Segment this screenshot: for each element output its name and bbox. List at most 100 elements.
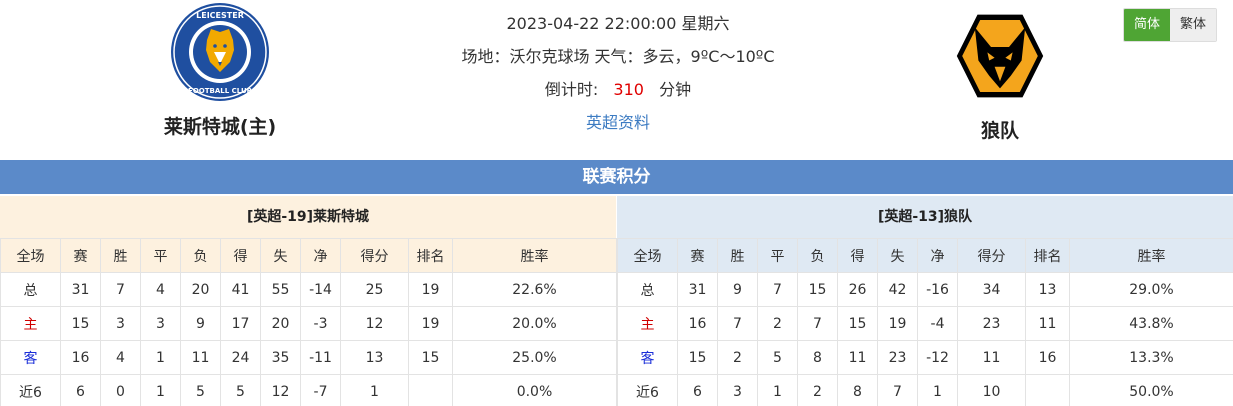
table-cell: 3 (140, 306, 181, 341)
row-label: 总 (0, 272, 61, 307)
table-cell: 26 (837, 272, 878, 307)
table-cell: 42 (877, 272, 918, 307)
row-label: 主 (0, 306, 61, 341)
table-cell: 17 (220, 306, 261, 341)
table-cell: 25.0% (452, 340, 617, 375)
column-header: 排名 (1025, 238, 1070, 273)
table-cell: 25 (340, 272, 409, 307)
table-cell: 9 (717, 272, 758, 307)
away-standings-table: 全场赛胜平负得失净得分 排名 胜率 总 31 9 7 15 26 42 -16 34 13 29.0% 主… (617, 238, 1233, 406)
column-header: 得 (837, 238, 878, 273)
table-cell: 7 (757, 272, 798, 307)
column-header: 得分 (340, 238, 409, 273)
match-datetime: 2023-04-22 22:00:00 星期六 (506, 14, 730, 33)
table-cell: 24 (220, 340, 261, 375)
table-cell: 9 (180, 306, 221, 341)
table-cell: 35 (260, 340, 301, 375)
table-cell: -4 (917, 306, 958, 341)
table-cell: 13.3% (1069, 340, 1233, 375)
table-cell: 2 (757, 306, 798, 341)
table-cell: 15 (60, 306, 101, 341)
table-cell: 16 (677, 306, 718, 341)
table-cell: 0 (100, 374, 141, 406)
table-cell: 0.0% (452, 374, 617, 406)
away-standings-title: [英超-13]狼队 (617, 196, 1233, 238)
table-cell: 20 (180, 272, 221, 307)
table-cell: 15 (837, 306, 878, 341)
column-header: 赛 (677, 238, 718, 273)
home-body: 总 31 7 4 20 41 55 -14 25 19 22.6% 主 15 3 3 9 17 20 -3 12 19 2… (0, 272, 617, 406)
table-cell: 15 (797, 272, 838, 307)
table-cell: 13 (340, 340, 409, 375)
league-info-link[interactable]: 英超资料 (586, 113, 650, 132)
table-row: 近6 6 3 1 2 8 7 1 10 50.0% (617, 374, 1233, 406)
table-cell: 6 (60, 374, 101, 406)
table-row: 主 16 7 2 7 15 19 -4 23 11 43.8% (617, 306, 1233, 341)
table-cell: 11 (837, 340, 878, 375)
column-header: 胜 (717, 238, 758, 273)
home-standings-title: [英超-19]莱斯特城 (0, 196, 616, 238)
column-header: 得 (220, 238, 261, 273)
away-team: 狼队 (920, 0, 1080, 143)
home-team-name: 莱斯特城(主) (163, 116, 277, 138)
table-row: 近6 6 0 1 5 5 12 -7 1 0.0% (0, 374, 617, 406)
table-cell: 4 (100, 340, 141, 375)
lang-simplified-button[interactable]: 简体 (1123, 9, 1170, 41)
table-cell: 5 (757, 340, 798, 375)
home-header-row: 全场赛胜平负得失净得分 排名 胜率 (0, 238, 617, 273)
svg-text:LEICESTER: LEICESTER (196, 11, 244, 20)
table-cell: -7 (300, 374, 341, 406)
table-cell: -14 (300, 272, 341, 307)
table-cell: 8 (797, 340, 838, 375)
home-standings: [英超-19]莱斯特城 全场赛胜平负得失净得分 排名 胜率 总 31 7 4 20 41 55-… (0, 196, 617, 406)
home-team: LEICESTER FOOTBALL CLUB 莱斯特城(主) (130, 0, 310, 139)
table-cell: 1 (140, 374, 181, 406)
column-header: 胜 (100, 238, 141, 273)
table-cell: -11 (300, 340, 341, 375)
table-cell: 19 (877, 306, 918, 341)
row-label: 主 (617, 306, 678, 341)
table-cell: 31 (60, 272, 101, 307)
table-cell: 10 (957, 374, 1026, 406)
table-cell: 19 (408, 306, 453, 341)
table-cell: 55 (260, 272, 301, 307)
column-header: 负 (797, 238, 838, 273)
table-cell: 34 (957, 272, 1026, 307)
table-cell: 16 (60, 340, 101, 375)
table-cell: -12 (917, 340, 958, 375)
wolves-crest-icon[interactable] (955, 10, 1045, 102)
table-cell: 50.0% (1069, 374, 1233, 406)
column-header: 胜率 (452, 238, 617, 273)
table-cell: 6 (677, 374, 718, 406)
table-cell: 1 (340, 374, 409, 406)
table-cell: 7 (717, 306, 758, 341)
table-cell: 41 (220, 272, 261, 307)
table-cell: 2 (717, 340, 758, 375)
table-cell: 12 (260, 374, 301, 406)
home-standings-table: 全场赛胜平负得失净得分 排名 胜率 总 31 7 4 20 41 55 -14 25 19 22.6% 主… (0, 238, 617, 406)
row-label: 近6 (617, 374, 678, 406)
away-team-name: 狼队 (980, 120, 1019, 142)
away-standings: [英超-13]狼队 全场赛胜平负得失净得分 排名 胜率 总 31 9 7 15 26 42 -16… (617, 196, 1233, 406)
column-header: 净 (917, 238, 958, 273)
column-header: 胜率 (1069, 238, 1233, 273)
countdown-unit: 分钟 (659, 80, 692, 99)
table-cell: 1 (757, 374, 798, 406)
table-cell: 2 (797, 374, 838, 406)
table-cell: 23 (957, 306, 1026, 341)
table-cell: 22.6% (452, 272, 617, 307)
column-header: 全场 (0, 238, 61, 273)
column-header: 失 (260, 238, 301, 273)
table-cell: 19 (408, 272, 453, 307)
lang-traditional-button[interactable]: 繁体 (1169, 9, 1216, 41)
table-cell: 13 (1025, 272, 1070, 307)
table-cell: 31 (677, 272, 718, 307)
leicester-city-crest-icon[interactable]: LEICESTER FOOTBALL CLUB (170, 2, 270, 102)
table-cell: 15 (677, 340, 718, 375)
countdown-value: 310 (613, 80, 644, 99)
column-header: 全场 (617, 238, 678, 273)
table-cell: 1 (140, 340, 181, 375)
table-cell: 7 (877, 374, 918, 406)
table-cell: 16 (1025, 340, 1070, 375)
table-cell: 29.0% (1069, 272, 1233, 307)
